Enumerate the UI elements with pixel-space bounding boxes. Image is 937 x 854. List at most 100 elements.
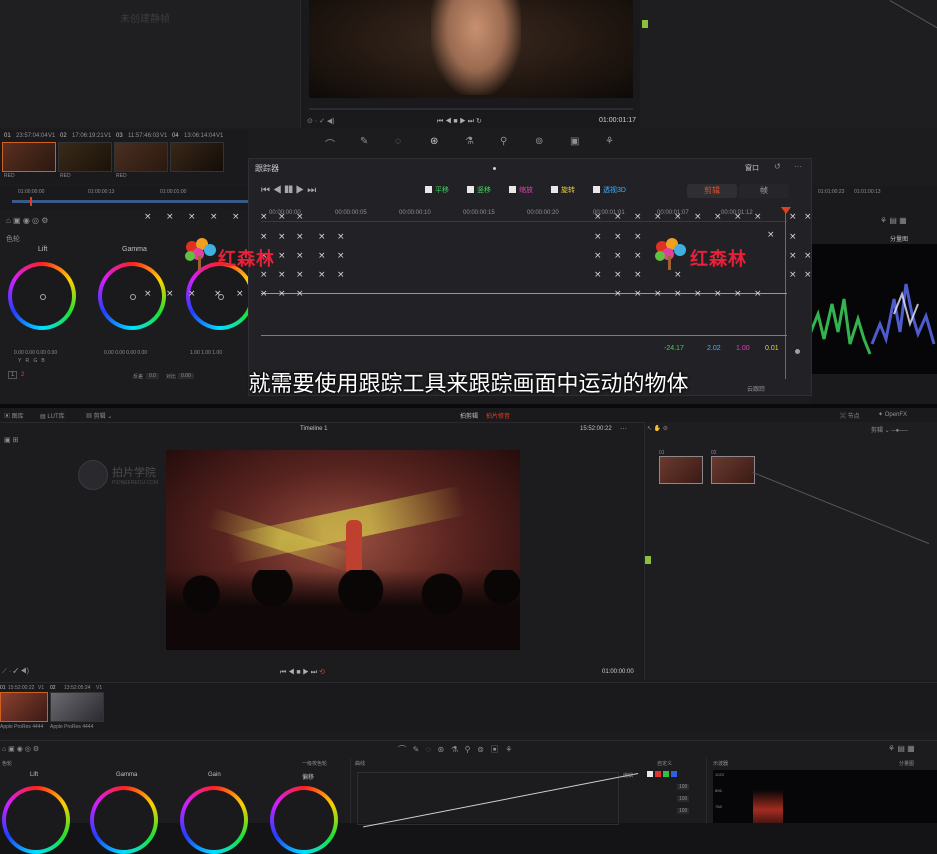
tree-logo-icon	[652, 238, 688, 272]
video-subtitle: 就需要使用跟踪工具来跟踪画面中运动的物体	[0, 366, 937, 398]
clip-number: 02	[50, 685, 56, 691]
offset-label: 偏移	[302, 772, 314, 781]
node-editor: ↖ ✋ ⊘ 剪辑 ⌄ ─●── 01 02	[644, 422, 937, 680]
clip-1[interactable]: 01 15:52:00:22 V1 Apple ProRes 4444	[0, 685, 48, 731]
track-point-marker: ×	[144, 290, 152, 299]
track-point-marker: ×	[278, 233, 286, 242]
track-point-marker: ×	[654, 213, 662, 222]
track-point-marker: ×	[734, 213, 742, 222]
window-title: 拍剪辑	[460, 411, 478, 420]
openfx-button[interactable]: ✦ OpenFX	[878, 411, 907, 418]
track-point-marker: ×	[236, 290, 244, 299]
track-point-marker: ×	[694, 213, 702, 222]
node-input-connector[interactable]	[645, 556, 651, 564]
bottom-section: ▣ 图库 ▤ LUT库 ▦ 剪辑 ⌄ 拍剪辑 拍片修音 ⌘ 节点 ✦ OpenF…	[0, 408, 937, 823]
viewer-transport-bottom[interactable]: ⏮ ◀ ■ ▶ ⏭ ⟲	[280, 668, 325, 677]
track-point-marker: ×	[754, 290, 762, 299]
clip-menu[interactable]: ▦ 剪辑 ⌄	[86, 411, 112, 420]
track-point-marker: ×	[789, 233, 797, 242]
clip-timecode: 13:52:05:24	[64, 685, 90, 691]
track-point-marker: ×	[789, 271, 797, 280]
viewer-tools-bottom[interactable]: ⟋ · ✓ ◀)	[2, 668, 29, 676]
wheels-mode[interactable]: 一级校色轮	[302, 760, 327, 767]
clip-codec: Apple ProRes 4444	[0, 724, 43, 730]
performer	[346, 520, 362, 572]
clip-menu-label: 剪辑	[94, 414, 106, 420]
lift-label: Lift	[30, 772, 38, 778]
clip-2[interactable]: 02 13:52:05:24 V1 Apple ProRes 4444	[50, 685, 104, 731]
track-point-marker: ×	[804, 213, 812, 222]
top-section: 未创建静帧 ⏮ ◀ ■ ▶ ⏭ ↻ 01:00:01:17 ⊙ · ✓ ◀) ⌒…	[0, 0, 937, 408]
node-1[interactable]	[659, 456, 703, 484]
custom-label[interactable]: 自定义	[657, 760, 672, 767]
curve-value-2[interactable]: 100	[677, 796, 689, 802]
tab-lut-label: LUT库	[47, 414, 64, 420]
node-2[interactable]	[711, 456, 755, 484]
right-tools[interactable]: ⚘ ▤ ▦	[888, 744, 915, 753]
nodes-button[interactable]: ⌘ 节点	[840, 411, 860, 420]
track-point-marker: ×	[674, 290, 682, 299]
tree-watermark-icon	[78, 460, 108, 490]
logo-text: 红森林	[690, 245, 747, 271]
track-point-marker: ×	[594, 252, 602, 261]
clip-thumbnail	[50, 692, 104, 722]
track-point-marker: ×	[614, 252, 622, 261]
viewer-header: Timeline 1 15:52:00:22 ⋯	[0, 424, 642, 436]
tree-logo-icon	[182, 238, 218, 272]
track-point-marker: ×	[614, 290, 622, 299]
clip-thumbnail	[0, 692, 48, 722]
track-point-marker: ×	[337, 233, 345, 242]
track-point-marker: ×	[278, 252, 286, 261]
tab-lut[interactable]: ▤ LUT库	[40, 411, 65, 420]
track-point-marker: ×	[166, 290, 174, 299]
curve-value-3[interactable]: 100	[677, 808, 689, 814]
track-point-marker: ×	[144, 213, 152, 222]
clip-track: V1	[96, 685, 102, 691]
track-point-marker: ×	[614, 271, 622, 280]
track-point-marker: ×	[674, 213, 682, 222]
lift-wheel[interactable]	[2, 786, 70, 854]
track-point-marker: ×	[634, 233, 642, 242]
left-tools[interactable]: ⌂ ▣ ◉ ◎ ⚙	[2, 745, 39, 753]
tab-gallery[interactable]: ▣ 图库	[4, 411, 24, 420]
track-point-marker: ×	[296, 271, 304, 280]
offset-wheel[interactable]	[270, 786, 338, 854]
track-point-marker: ×	[188, 290, 196, 299]
track-point-marker: ×	[594, 213, 602, 222]
edit-label: 编辑	[623, 772, 633, 779]
viewer-left-tools[interactable]: ▣ ⊞	[4, 436, 18, 444]
timeline-name[interactable]: Timeline 1	[300, 426, 327, 432]
track-point-marker: ×	[634, 290, 642, 299]
track-point-marker: ×	[767, 231, 775, 240]
track-point-marker: ×	[714, 213, 722, 222]
node-zoom[interactable]: 剪辑 ⌄ ─●──	[871, 425, 908, 434]
track-point-marker: ×	[789, 252, 797, 261]
gain-wheel[interactable]	[180, 786, 248, 854]
track-point-marker: ×	[714, 290, 722, 299]
gamma-wheel[interactable]	[90, 786, 158, 854]
openfx-label: OpenFX	[885, 412, 907, 418]
track-point-marker: ×	[634, 271, 642, 280]
track-point-marker: ×	[754, 213, 762, 222]
scope-display: 1023 896 768	[713, 770, 937, 823]
palette-tools[interactable]: ⌒ ✎ ◌ ⊛ ⚗ ⚲ ⊚ ▣ ⚘	[398, 744, 512, 755]
viewer-options-icon[interactable]: ⋯	[620, 425, 627, 433]
tab-gallery-label: 图库	[12, 414, 24, 420]
curves-panel: 曲线 自定义 编辑 100 100 100	[350, 758, 706, 823]
channel-swatches[interactable]	[647, 771, 677, 777]
track-point-marker: ×	[318, 233, 326, 242]
track-point-marker: ×	[789, 213, 797, 222]
curve-graph[interactable]	[357, 772, 619, 825]
track-point-marker: ×	[296, 252, 304, 261]
track-point-marker: ×	[634, 252, 642, 261]
track-point-marker: ×	[634, 213, 642, 222]
gain-label: Gain	[208, 772, 221, 778]
track-point-marker: ×	[734, 290, 742, 299]
node-tools[interactable]: ↖ ✋ ⊘	[647, 425, 668, 432]
viewer-frame	[166, 450, 520, 650]
nodes-label: 节点	[848, 414, 860, 420]
track-point-marker: ×	[260, 233, 268, 242]
curve-value-1[interactable]: 100	[677, 784, 689, 790]
scope-mode[interactable]: 分量图	[899, 760, 914, 767]
clip-codec: Apple ProRes 4444	[50, 724, 93, 730]
